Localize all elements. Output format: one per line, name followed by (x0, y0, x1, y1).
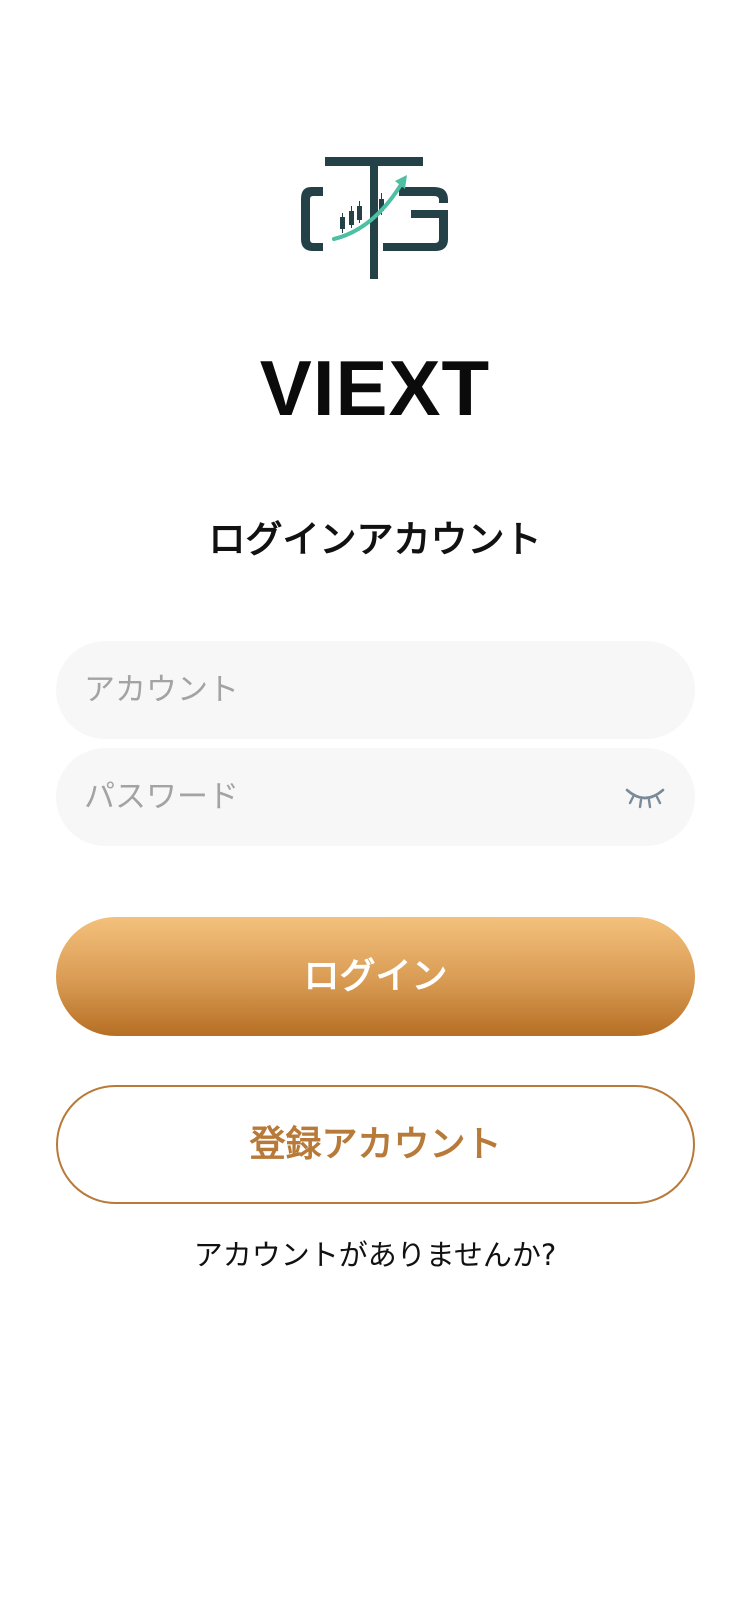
login-button[interactable]: ログイン (56, 917, 695, 1036)
no-account-link[interactable]: アカウントがありませんか? (0, 1234, 750, 1276)
password-field (56, 748, 695, 846)
app-name: VIEXT (259, 344, 491, 432)
account-input[interactable] (84, 641, 604, 739)
eye-closed-icon[interactable] (625, 780, 665, 814)
register-account-button[interactable]: 登録アカウント (56, 1085, 695, 1204)
app-logo-icon (301, 157, 448, 279)
page-title: ログインアカウント (208, 518, 542, 561)
account-field (56, 641, 695, 739)
password-input[interactable] (84, 748, 604, 846)
